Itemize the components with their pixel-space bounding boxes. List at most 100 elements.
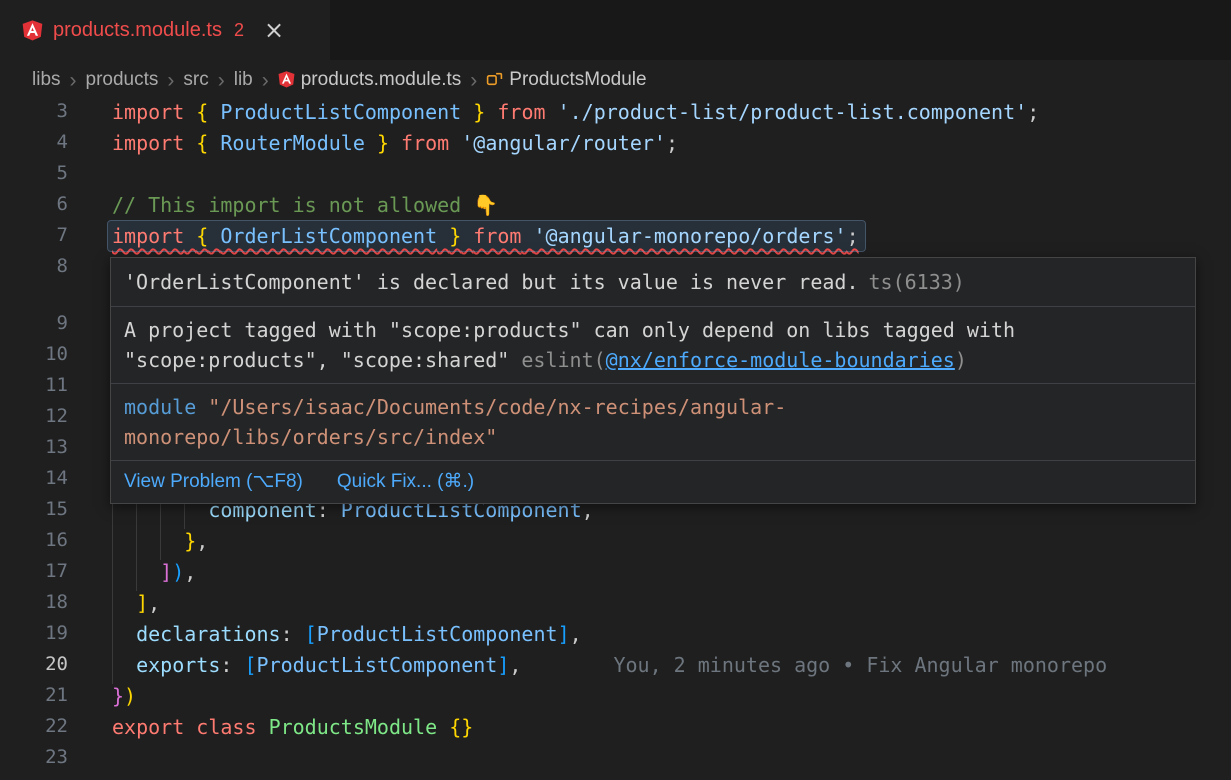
code-line-content[interactable]: ]),	[68, 560, 1231, 591]
breadcrumb-item-products[interactable]: products	[86, 69, 159, 91]
breadcrumb: libs › products › src › lib › products.m…	[0, 60, 1231, 100]
breadcrumb-item-src[interactable]: src	[183, 69, 208, 91]
line-number[interactable]: 6	[0, 193, 68, 224]
line-number[interactable]: 19	[0, 622, 68, 653]
code-token: import	[112, 131, 184, 155]
code-token: export	[112, 715, 184, 739]
code-token: [	[305, 622, 317, 646]
line-number[interactable]: 21	[0, 684, 68, 715]
line-number[interactable]: 11	[0, 374, 68, 405]
code-line[interactable]: 6 // This import is not allowed 👇	[0, 193, 1231, 224]
breadcrumb-item-file[interactable]: products.module.ts	[278, 69, 462, 91]
code-line-content[interactable]	[68, 746, 1231, 777]
code-line-content[interactable]: export class ProductsModule {}	[68, 715, 1231, 746]
line-number[interactable]: 8	[0, 255, 68, 286]
line-number[interactable]: 23	[0, 746, 68, 777]
code-text: export class ProductsModule {}	[112, 715, 473, 739]
code-line-content[interactable]: })	[68, 684, 1231, 715]
code-line-content[interactable]: exports: [ProductListComponent],You, 2 m…	[68, 653, 1231, 684]
chevron-right-icon: ›	[262, 70, 269, 91]
code-token: RouterModule	[220, 131, 365, 155]
line-number[interactable]: 17	[0, 560, 68, 591]
line-number[interactable]: 5	[0, 162, 68, 193]
code-token: // This import is not allowed 👇	[112, 193, 498, 217]
code-line[interactable]: 18 ],	[0, 591, 1231, 622]
code-token: '@angular-monorepo/orders'	[534, 224, 847, 248]
module-path-text: monorepo/libs/orders/src/index"	[124, 425, 497, 449]
code-token: :	[220, 653, 232, 677]
code-line[interactable]: 16 },	[0, 529, 1231, 560]
code-text: ]),	[112, 560, 196, 584]
code-token	[184, 100, 196, 124]
code-line-content[interactable]: // This import is not allowed 👇	[68, 193, 1231, 224]
breadcrumb-item-symbol[interactable]: ProductsModule	[486, 69, 646, 91]
line-number[interactable]: 12	[0, 405, 68, 436]
line-number[interactable]: 14	[0, 467, 68, 498]
tab-problem-count: 2	[234, 20, 244, 41]
code-line[interactable]: 19 declarations: [ProductListComponent],	[0, 622, 1231, 653]
inline-blame: You, 2 minutes ago • Fix Angular monorep…	[613, 653, 1107, 677]
code-line[interactable]: 3import { ProductListComponent } from '.…	[0, 100, 1231, 131]
line-number[interactable]: 10	[0, 343, 68, 374]
line-number[interactable]: 9	[0, 312, 68, 343]
code-line[interactable]: 20 exports: [ProductListComponent],You, …	[0, 653, 1231, 684]
code-token: from	[497, 100, 545, 124]
breadcrumb-label: products.module.ts	[301, 69, 462, 91]
code-line[interactable]: 21})	[0, 684, 1231, 715]
code-text: })	[112, 684, 136, 708]
line-number[interactable]: 15	[0, 498, 68, 529]
hover-popup: 'OrderListComponent' is declared but its…	[110, 257, 1196, 504]
line-number[interactable]: 4	[0, 131, 68, 162]
tab-bar: products.module.ts 2 ×	[0, 0, 1231, 60]
code-line-content[interactable]: },	[68, 529, 1231, 560]
code-line-content[interactable]: import { ProductListComponent } from './…	[68, 100, 1231, 131]
code-line-content[interactable]: declarations: [ProductListComponent],	[68, 622, 1231, 653]
module-path-line1: module "/Users/isaac/Documents/code/nx-r…	[124, 392, 1182, 422]
eslint-rule-link[interactable]: @nx/enforce-module-boundaries	[606, 348, 955, 372]
hover-actions-row: View Problem (⌥F8) Quick Fix... (⌘.)	[111, 460, 1195, 503]
tab-title: products.module.ts	[53, 19, 222, 42]
view-problem-action[interactable]: View Problem (⌥F8)	[124, 470, 303, 494]
eslint-message-line2: "scope:products", "scope:shared" eslint(…	[124, 345, 1182, 375]
tab-products-module[interactable]: products.module.ts 2 ×	[0, 0, 330, 60]
chevron-right-icon: ›	[470, 70, 477, 91]
code-line-content[interactable]: import { RouterModule } from '@angular/r…	[68, 131, 1231, 162]
line-number[interactable]: 16	[0, 529, 68, 560]
code-token	[449, 131, 461, 155]
chevron-right-icon: ›	[218, 70, 225, 91]
error-squiggle-text: import { OrderListComponent } from '@ang…	[108, 221, 865, 251]
code-line-content[interactable]: import { OrderListComponent } from '@ang…	[68, 224, 1231, 255]
code-line-content[interactable]	[68, 162, 1231, 193]
code-token: :	[281, 622, 293, 646]
angular-file-icon	[22, 19, 43, 41]
code-token	[112, 529, 184, 553]
line-number[interactable]: 7	[0, 224, 68, 255]
close-icon[interactable]: ×	[264, 18, 284, 42]
code-line[interactable]: 5	[0, 162, 1231, 193]
line-number[interactable]: 13	[0, 436, 68, 467]
code-token: ProductsModule	[269, 715, 438, 739]
code-token	[461, 100, 473, 124]
code-token: import	[112, 100, 184, 124]
line-number[interactable]: 3	[0, 100, 68, 131]
code-token	[208, 224, 220, 248]
code-token: ,	[196, 529, 208, 553]
line-number[interactable]: 18	[0, 591, 68, 622]
code-line-content[interactable]: ],	[68, 591, 1231, 622]
editor[interactable]: 3import { ProductListComponent } from '.…	[0, 100, 1231, 780]
line-number[interactable]: 20	[0, 653, 68, 684]
code-line[interactable]: 17 ]),	[0, 560, 1231, 591]
code-line[interactable]: 4import { RouterModule } from '@angular/…	[0, 131, 1231, 162]
code-line[interactable]: 22 export class ProductsModule {}	[0, 715, 1231, 746]
breadcrumb-item-libs[interactable]: libs	[32, 69, 61, 91]
breadcrumb-item-lib[interactable]: lib	[234, 69, 253, 91]
quick-fix-action[interactable]: Quick Fix... (⌘.)	[337, 470, 474, 494]
hover-ts-error-row: 'OrderListComponent' is declared but its…	[111, 258, 1195, 306]
code-line[interactable]: 23	[0, 746, 1231, 777]
code-line[interactable]: 7 import { OrderListComponent } from '@an…	[0, 224, 1231, 255]
code-token: ]	[497, 653, 509, 677]
code-token: }	[377, 131, 389, 155]
code-token: }	[112, 684, 124, 708]
code-token	[208, 131, 220, 155]
line-number[interactable]: 22	[0, 715, 68, 746]
